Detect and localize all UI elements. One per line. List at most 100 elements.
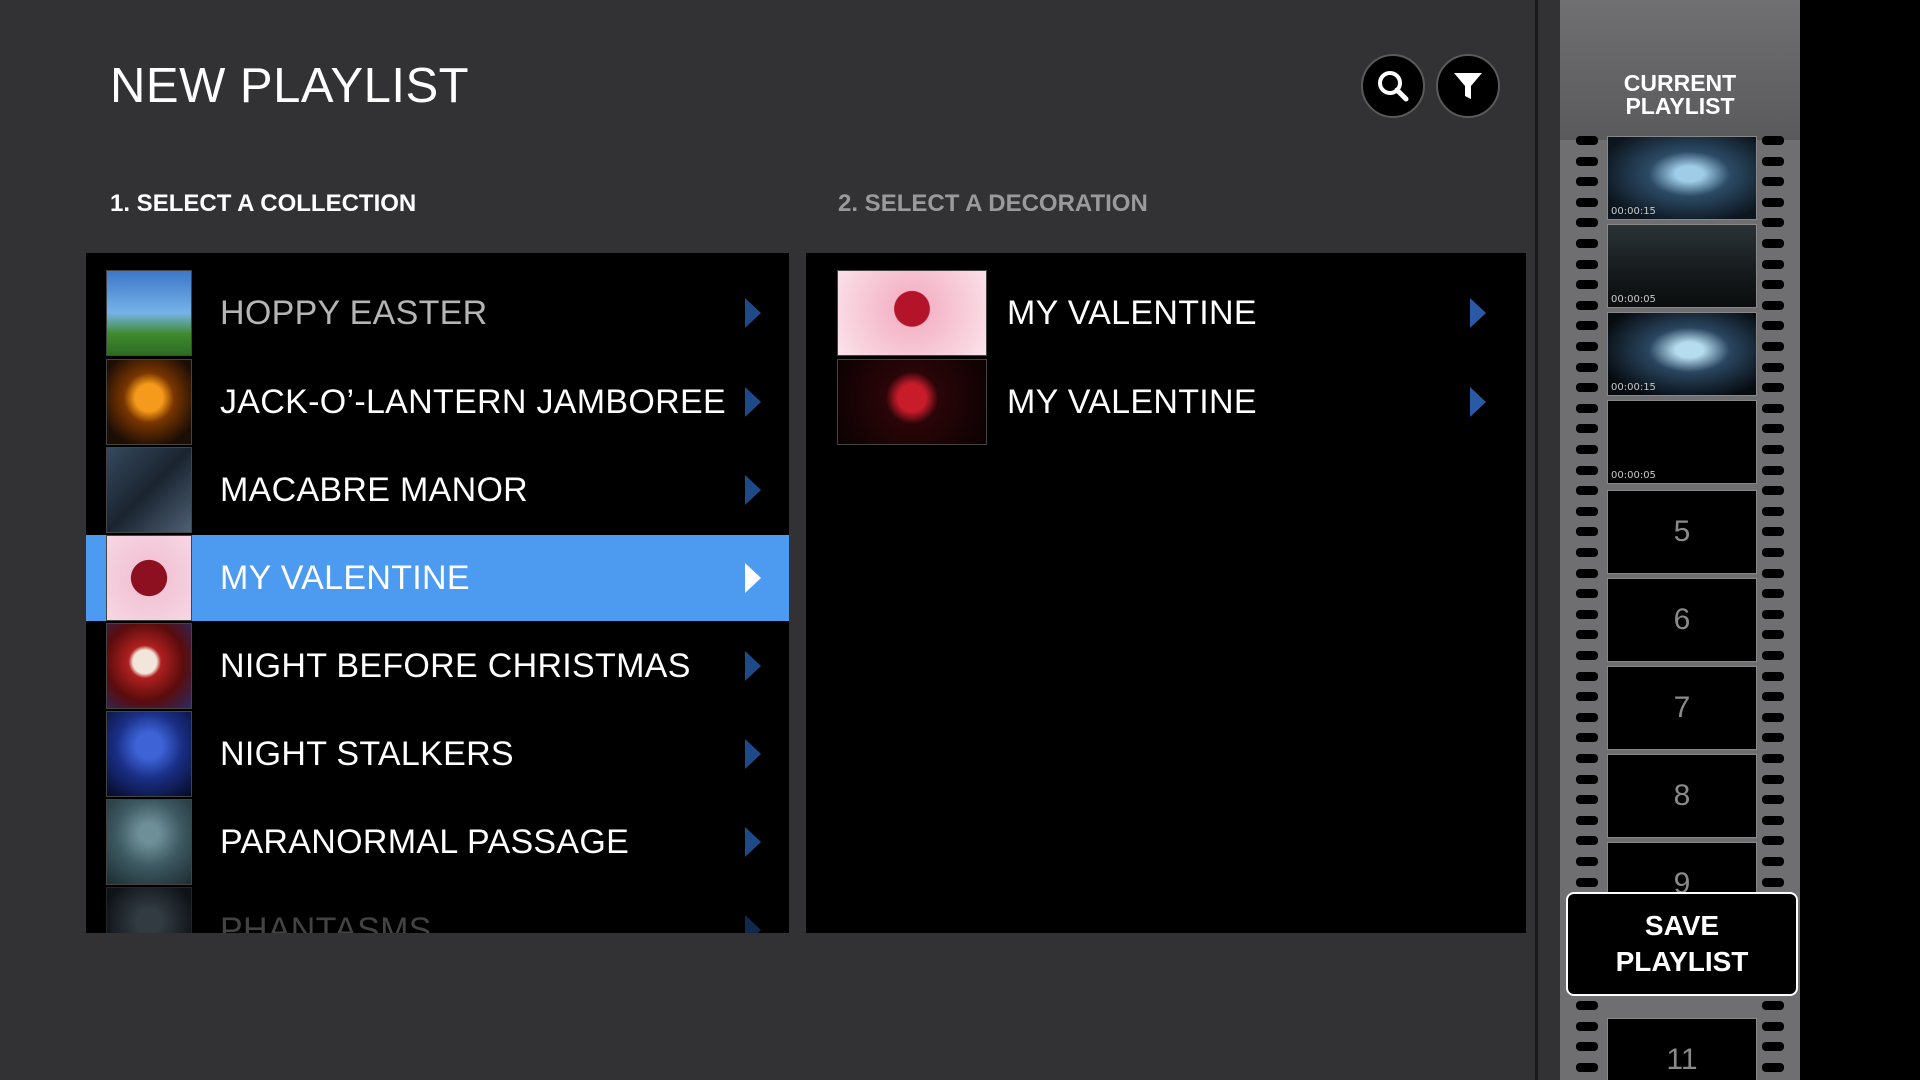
collection-thumbnail (106, 887, 192, 933)
sprocket-hole (1762, 857, 1784, 866)
sprocket-hole (1576, 342, 1598, 351)
collection-item-phantasms[interactable]: PHANTASMS (86, 887, 789, 933)
sprocket-hole (1762, 774, 1784, 784)
save-playlist-button[interactable]: SAVE PLAYLIST (1566, 892, 1798, 996)
sprocket-hole (1762, 527, 1784, 537)
step-select-collection-label: 1. SELECT A COLLECTION (110, 190, 417, 217)
decoration-list[interactable]: MY VALENTINE MY VALENTINE (806, 253, 1526, 933)
sprocket-hole (1576, 445, 1598, 454)
sprocket-hole (1762, 403, 1784, 413)
playlist-frame-4[interactable]: 00:00:05 (1607, 400, 1757, 484)
chevron-right-icon (745, 915, 761, 933)
collection-item-my-valentine[interactable]: MY VALENTINE (86, 535, 789, 621)
chevron-right-icon (1470, 298, 1486, 328)
collection-thumbnail (106, 711, 192, 797)
filter-button[interactable] (1436, 54, 1500, 118)
sprocket-hole (1762, 506, 1784, 516)
decoration-item-my-valentine-1[interactable]: MY VALENTINE (806, 270, 1526, 356)
search-icon (1378, 71, 1409, 102)
sprocket-hole (1762, 342, 1784, 351)
sprocket-hole (1762, 733, 1784, 743)
collection-item-label: JACK-O’-LANTERN JAMBOREE (220, 382, 726, 421)
sprocket-hole (1576, 712, 1598, 722)
sprocket-hole (1576, 692, 1598, 702)
sprocket-hole (1762, 321, 1784, 331)
save-playlist-label-line2: PLAYLIST (1615, 946, 1749, 977)
collection-thumbnail (106, 535, 192, 621)
frame-number: 7 (1673, 691, 1691, 724)
sprocket-hole (1762, 815, 1784, 825)
filter-icon (1454, 73, 1482, 99)
playlist-frame-2[interactable]: 00:00:05 (1607, 224, 1757, 308)
current-playlist-title-line1: CURRENT (1623, 70, 1737, 96)
sprocket-hole (1762, 836, 1784, 846)
collection-item-label: PARANORMAL PASSAGE (220, 822, 630, 861)
playlist-frame-1[interactable]: 00:00:15 (1607, 136, 1757, 220)
sprocket-hole (1576, 568, 1598, 578)
decoration-item-label: MY VALENTINE (1007, 293, 1257, 332)
sprocket-hole (1576, 754, 1598, 763)
decoration-thumbnail (837, 359, 987, 445)
collection-item-jack-o-lantern-jamboree[interactable]: JACK-O’-LANTERN JAMBOREE (86, 359, 789, 445)
decoration-thumbnail (837, 270, 987, 356)
sprocket-hole (1576, 836, 1598, 846)
frame-number: 6 (1673, 603, 1691, 636)
collection-item-label: MY VALENTINE (220, 558, 470, 597)
sprocket-hole (1576, 630, 1598, 640)
save-playlist-label-line1: SAVE (1644, 910, 1720, 941)
sprocket-hole (1576, 465, 1598, 475)
collection-item-night-before-christmas[interactable]: NIGHT BEFORE CHRISTMAS (86, 623, 789, 709)
chevron-right-icon (745, 827, 761, 857)
playlist-frame-6[interactable]: 6 (1607, 578, 1757, 662)
sprocket-hole (1576, 486, 1598, 496)
sprocket-hole (1576, 1001, 1598, 1011)
collection-thumbnail (106, 799, 192, 885)
step-select-decoration-label: 2. SELECT A DECORATION (838, 190, 1148, 217)
collection-item-night-stalkers[interactable]: NIGHT STALKERS (86, 711, 789, 797)
chevron-right-icon (745, 298, 761, 328)
sprocket-hole (1576, 403, 1598, 413)
chevron-right-icon (745, 739, 761, 769)
collection-list[interactable]: HOPPY EASTER JACK-O’-LANTERN JAMBOREE MA… (86, 253, 789, 933)
sprocket-hole (1576, 774, 1598, 784)
decoration-item-my-valentine-2[interactable]: MY VALENTINE (806, 359, 1526, 445)
sprocket-hole (1576, 815, 1598, 825)
playlist-frame-11[interactable]: 11 (1607, 1018, 1757, 1080)
sprocket-hole (1576, 795, 1598, 805)
current-playlist-title-line2: PLAYLIST (1625, 93, 1735, 119)
sprocket-hole (1762, 177, 1784, 187)
sprocket-hole (1762, 877, 1784, 887)
collection-thumbnail (106, 270, 192, 356)
sprocket-hole (1762, 568, 1784, 578)
current-playlist-title: CURRENT PLAYLIST (1560, 72, 1800, 118)
decoration-item-label: MY VALENTINE (1007, 382, 1257, 421)
sprocket-hole (1576, 136, 1598, 145)
collection-item-label: NIGHT BEFORE CHRISTMAS (220, 646, 691, 685)
collection-item-hoppy-easter[interactable]: HOPPY EASTER (86, 270, 789, 356)
sprocket-hole (1576, 1021, 1598, 1031)
sprocket-hole (1576, 877, 1598, 887)
chevron-right-icon (745, 563, 761, 593)
sprocket-hole (1576, 197, 1598, 207)
sprocket-hole (1762, 280, 1784, 290)
chevron-right-icon (745, 387, 761, 417)
search-button[interactable] (1361, 54, 1425, 118)
collection-item-paranormal-passage[interactable]: PARANORMAL PASSAGE (86, 799, 789, 885)
playlist-frame-7[interactable]: 7 (1607, 666, 1757, 750)
sprocket-hole (1762, 383, 1784, 393)
collection-thumbnail (106, 447, 192, 533)
sprocket-hole (1576, 259, 1598, 269)
sprocket-hole (1762, 671, 1784, 681)
sprocket-hole (1576, 527, 1598, 537)
collection-item-macabre-manor[interactable]: MACABRE MANOR (86, 447, 789, 533)
playlist-frame-8[interactable]: 8 (1607, 754, 1757, 838)
sprocket-hole (1762, 754, 1784, 763)
playlist-frame-3[interactable]: 00:00:15 (1607, 312, 1757, 396)
sprocket-hole (1576, 218, 1598, 228)
sprocket-hole (1762, 795, 1784, 805)
sprocket-hole (1576, 589, 1598, 599)
collection-thumbnail (106, 359, 192, 445)
sprocket-hole (1762, 589, 1784, 599)
playlist-frame-5[interactable]: 5 (1607, 490, 1757, 574)
frame-number: 8 (1673, 779, 1691, 812)
